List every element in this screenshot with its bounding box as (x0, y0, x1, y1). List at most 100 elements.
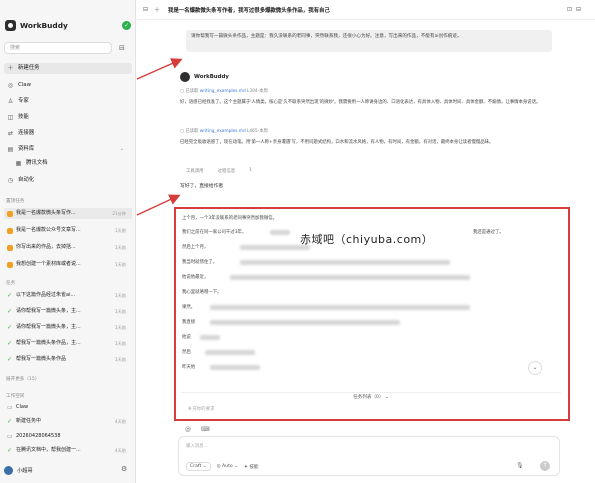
skill-button[interactable]: ✦ 技能 (244, 464, 259, 470)
task-title: 请你帮我写一篇微头条，主... (16, 324, 81, 330)
composer-toolbar: Craft ⌄ ◎ Auto ⌄ ✦ 技能 (186, 462, 259, 471)
search-input[interactable]: 搜索 (4, 42, 112, 54)
nav-expert[interactable]: ♙ 专家 (4, 96, 132, 107)
nav-automation[interactable]: ◷ 自动化 (4, 175, 132, 186)
app-window: WorkBuddy ✓ 搜索 ⊟ ＋ 新建任务 ◎ Claw ♙ 专家 ◫ 技能 ⇄ 连接… (0, 0, 595, 483)
show-more-link[interactable]: 展开更多（15） (6, 376, 39, 382)
user-profile[interactable]: 小超哥 (4, 466, 33, 475)
nav-tencent-doc[interactable]: ▦ 腾讯文档 (12, 158, 132, 169)
folder-icon: ▭ (7, 404, 13, 411)
task-item[interactable]: ✓ 请你帮我写一篇微头条，主... 1天前 (4, 322, 132, 333)
bot-name: WorkBuddy (194, 74, 229, 80)
task-time: 1天前 (114, 341, 126, 346)
ref-meta: L465-本周 (247, 129, 268, 134)
task-item[interactable]: ✓ 帮我写一篇微头条作品 1天前 (4, 354, 132, 365)
process-info-tab[interactable]: 过程信息 (218, 168, 236, 174)
ref-meta: L394-本周 (247, 89, 268, 94)
blurred-text (210, 305, 470, 310)
microphone-icon[interactable]: 🎙 (516, 462, 524, 469)
article-line: 他说 (182, 335, 191, 340)
tool-tabs: 工具调用 过程信息 1 (186, 168, 252, 174)
article-line: 上个月，一个3年没联系的老同事突然加我微信。 (182, 216, 277, 221)
task-item[interactable]: ✓ 以下这篇作品经过朱雀ai... 1天前 (4, 290, 132, 301)
task-time: 1天前 (114, 293, 126, 298)
article-line: 我还是通过了。 (473, 230, 504, 235)
brand-name: WorkBuddy (20, 21, 68, 30)
mode-selector[interactable]: Craft ⌄ (186, 462, 211, 471)
blurred-text (270, 230, 290, 235)
task-item[interactable]: ✓ 请你帮我写一篇微头条，主... 1天前 (4, 306, 132, 317)
tool-call-tab[interactable]: 工具调用 (186, 168, 204, 174)
task-icon (7, 227, 13, 234)
task-title: 我是一名爆款公众号文章写... (16, 227, 81, 233)
tool-count: 1 (249, 168, 252, 173)
connector-icon: ⇄ (7, 130, 14, 137)
workspace-item[interactable]: ✓ 在腾讯文档中，帮我创建一... 4天前 (4, 445, 132, 456)
scroll-down-button[interactable]: ⌄ (528, 361, 542, 375)
chevron-down-icon[interactable]: ⌄ (120, 144, 132, 155)
nav-label: 技能 (18, 114, 29, 120)
blurred-text (205, 350, 255, 355)
expert-icon: ♙ (7, 98, 14, 105)
nav-library[interactable]: ▤ 资料库 ⌄ (4, 144, 132, 155)
blurred-text (240, 260, 450, 265)
blurred-text (230, 275, 470, 280)
avatar (4, 466, 13, 475)
workspace-title: Claw (16, 404, 29, 410)
tasks-section-label: 任务 (6, 281, 16, 286)
task-time: 1天前 (114, 325, 126, 330)
workspace-section-label: 工作空间 (6, 394, 25, 399)
nav-label: 腾讯文档 (26, 160, 48, 166)
nav-label: Claw (18, 82, 31, 88)
bot-header: WorkBuddy (180, 72, 229, 82)
file-read-ref[interactable]: ▢ 已读取 writing_examples.md L465-本周 (180, 128, 268, 134)
task-title: 我是一名爆款微头条写作... (16, 210, 76, 216)
nav-connector[interactable]: ⇄ 连接器 (4, 128, 132, 139)
task-item[interactable]: ✓ 帮我写一篇微头条作品，主... 1天前 (4, 338, 132, 349)
watermark-text: 赤域吧（chiyuba.com） (300, 233, 434, 246)
workspace-item[interactable]: ✓ 新建任务中 4天前 (4, 416, 132, 427)
workspace-item[interactable]: ▭ Claw (4, 402, 132, 413)
sidebar-toggle-icon[interactable]: ⊟ (143, 6, 148, 13)
new-chat-icon[interactable]: ＋ (154, 5, 160, 14)
panel-icons[interactable]: ⊡⊟ (567, 6, 585, 13)
attachment-icons[interactable]: @ ⌨ (185, 426, 214, 433)
skill-label: 技能 (249, 464, 259, 470)
article-line: 果然， (182, 305, 196, 310)
task-time: 1天前 (114, 309, 126, 314)
nav-label: 连接器 (18, 130, 35, 136)
pinned-task[interactable]: 我是一名爆款微头条写作... 21分钟 (4, 208, 132, 219)
task-queue-bar[interactable]: 任务列表（0） ⌄ (181, 392, 561, 402)
bot-avatar (180, 72, 190, 82)
chevron-down-icon: ⌄ (385, 395, 389, 400)
bot-paragraph: 好，语感已经找准了。这个主题属于'人情类，核心是'久不联系突然出现'的微妙'。我… (180, 100, 541, 105)
nav-skill[interactable]: ◫ 技能 (4, 112, 132, 123)
article-line: 然后 (182, 350, 191, 355)
check-icon: ✓ (7, 418, 13, 425)
check-icon: ✓ (7, 447, 13, 454)
requirement-input[interactable]: 补充你的要求 (184, 404, 558, 416)
blurred-text (200, 335, 220, 340)
pinned-task[interactable]: 你写出来的作品，去掉括... 1天前 (4, 242, 132, 253)
send-button[interactable]: ↑ (540, 461, 550, 471)
message-input[interactable]: 输入消息... (186, 443, 208, 449)
nav-claw[interactable]: ◎ Claw (4, 80, 132, 91)
conversation-title: 我是一名爆款微头条写作者，我写过很多爆款微头条作品，我有自己 (168, 7, 330, 14)
user-name: 小超哥 (17, 468, 33, 474)
task-time: 1天前 (114, 245, 126, 250)
file-read-ref[interactable]: ▢ 已读取 writing_examples.md L394-本周 (180, 88, 268, 94)
doc-icon: ▦ (15, 160, 22, 167)
model-selector[interactable]: ◎ Auto ⌄ (217, 464, 238, 469)
workspace-item[interactable]: ▭ 20260428064538 (4, 431, 132, 442)
task-title: 请你帮我写一篇微头条，主... (16, 308, 81, 314)
nav-new-task[interactable]: ＋ 新建任务 (4, 63, 132, 74)
task-time: 4天前 (114, 419, 126, 424)
done-message: 写好了，直接给作者 (180, 184, 224, 189)
mode-label: Craft (190, 464, 202, 469)
pinned-task[interactable]: 我想创建一个素材库或者说... 1天前 (4, 259, 132, 270)
workbuddy-logo-icon (5, 20, 16, 31)
settings-icon[interactable]: ⚙ (121, 465, 127, 473)
pinned-task[interactable]: 我是一名爆款公众号文章写... 1天前 (4, 225, 132, 236)
task-title: 你写出来的作品，去掉括... (16, 244, 76, 250)
collapse-sidebar-icon[interactable]: ⊟ (119, 44, 125, 52)
